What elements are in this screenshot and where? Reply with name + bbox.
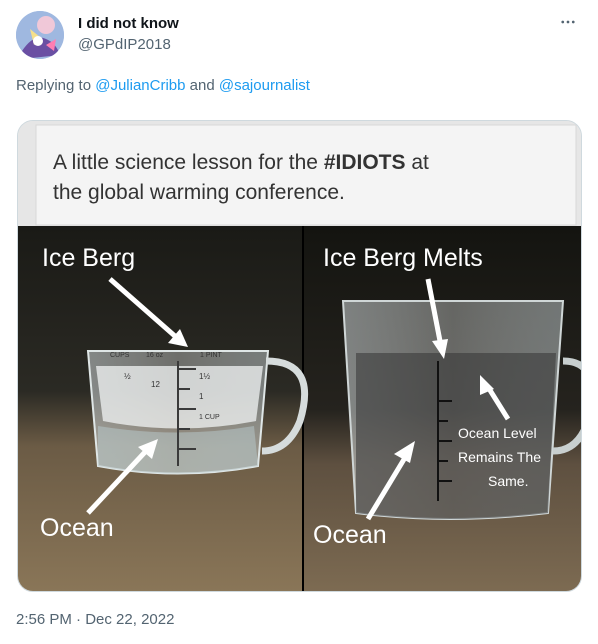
display-name[interactable]: I did not know (78, 15, 179, 32)
right-measuring-cup (341, 300, 581, 520)
caption-line1-suffix: at (406, 151, 430, 174)
right-note-line1: Ocean Level (458, 425, 537, 441)
right-label-ocean: Ocean (313, 521, 387, 549)
cup-mark-half: ½ (124, 372, 131, 381)
reply-prefix: Replying to (16, 77, 96, 94)
left-label-ice-berg: Ice Berg (42, 244, 135, 272)
reply-user-link-1[interactable]: @JulianCribb (95, 77, 185, 94)
avatar[interactable] (16, 11, 64, 59)
tweet-timestamp[interactable]: 2:56 PM · Dec 22, 2022 (16, 611, 174, 628)
user-handle[interactable]: @GPdIP2018 (78, 36, 171, 53)
cup-mark-pint: 1 PINT (200, 352, 223, 359)
cup-mark-cups: CUPS (110, 352, 130, 359)
tweet-time[interactable]: 2:56 PM (16, 611, 72, 628)
caption-line2: the global warming conference. (53, 181, 345, 204)
right-note-line2: Remains The (458, 449, 541, 465)
more-options-button[interactable] (556, 10, 580, 34)
svg-text:A little science lesson for th: A little science lesson for the #IDIOTS … (53, 151, 429, 174)
caption-line1-prefix: A little science lesson for the (53, 151, 324, 174)
meme-image: A little science lesson for the #IDIOTS … (18, 121, 581, 591)
replying-to: Replying to @JulianCribb and @sajournali… (16, 77, 310, 94)
caption-line1-bold: #IDIOTS (324, 151, 406, 174)
left-label-ocean: Ocean (40, 514, 114, 542)
cup-mark-12: 12 (151, 380, 160, 389)
tweet-date[interactable]: Dec 22, 2022 (85, 611, 174, 628)
right-label-ice-berg-melts: Ice Berg Melts (323, 244, 483, 272)
cup-mark-1: 1 (199, 392, 204, 401)
timestamp-separator: · (71, 611, 86, 628)
cup-mark-1half: 1½ (199, 372, 210, 381)
cup-mark-1cup: 1 CUP (199, 414, 220, 421)
reply-and: and (185, 77, 219, 94)
cup-mark-oz: 16 oz (146, 352, 164, 359)
more-horizontal-icon (561, 20, 575, 24)
tweet-media-image[interactable]: A little science lesson for the #IDIOTS … (17, 120, 582, 592)
right-note-line3: Same. (488, 473, 528, 489)
reply-user-link-2[interactable]: @sajournalist (219, 77, 310, 94)
